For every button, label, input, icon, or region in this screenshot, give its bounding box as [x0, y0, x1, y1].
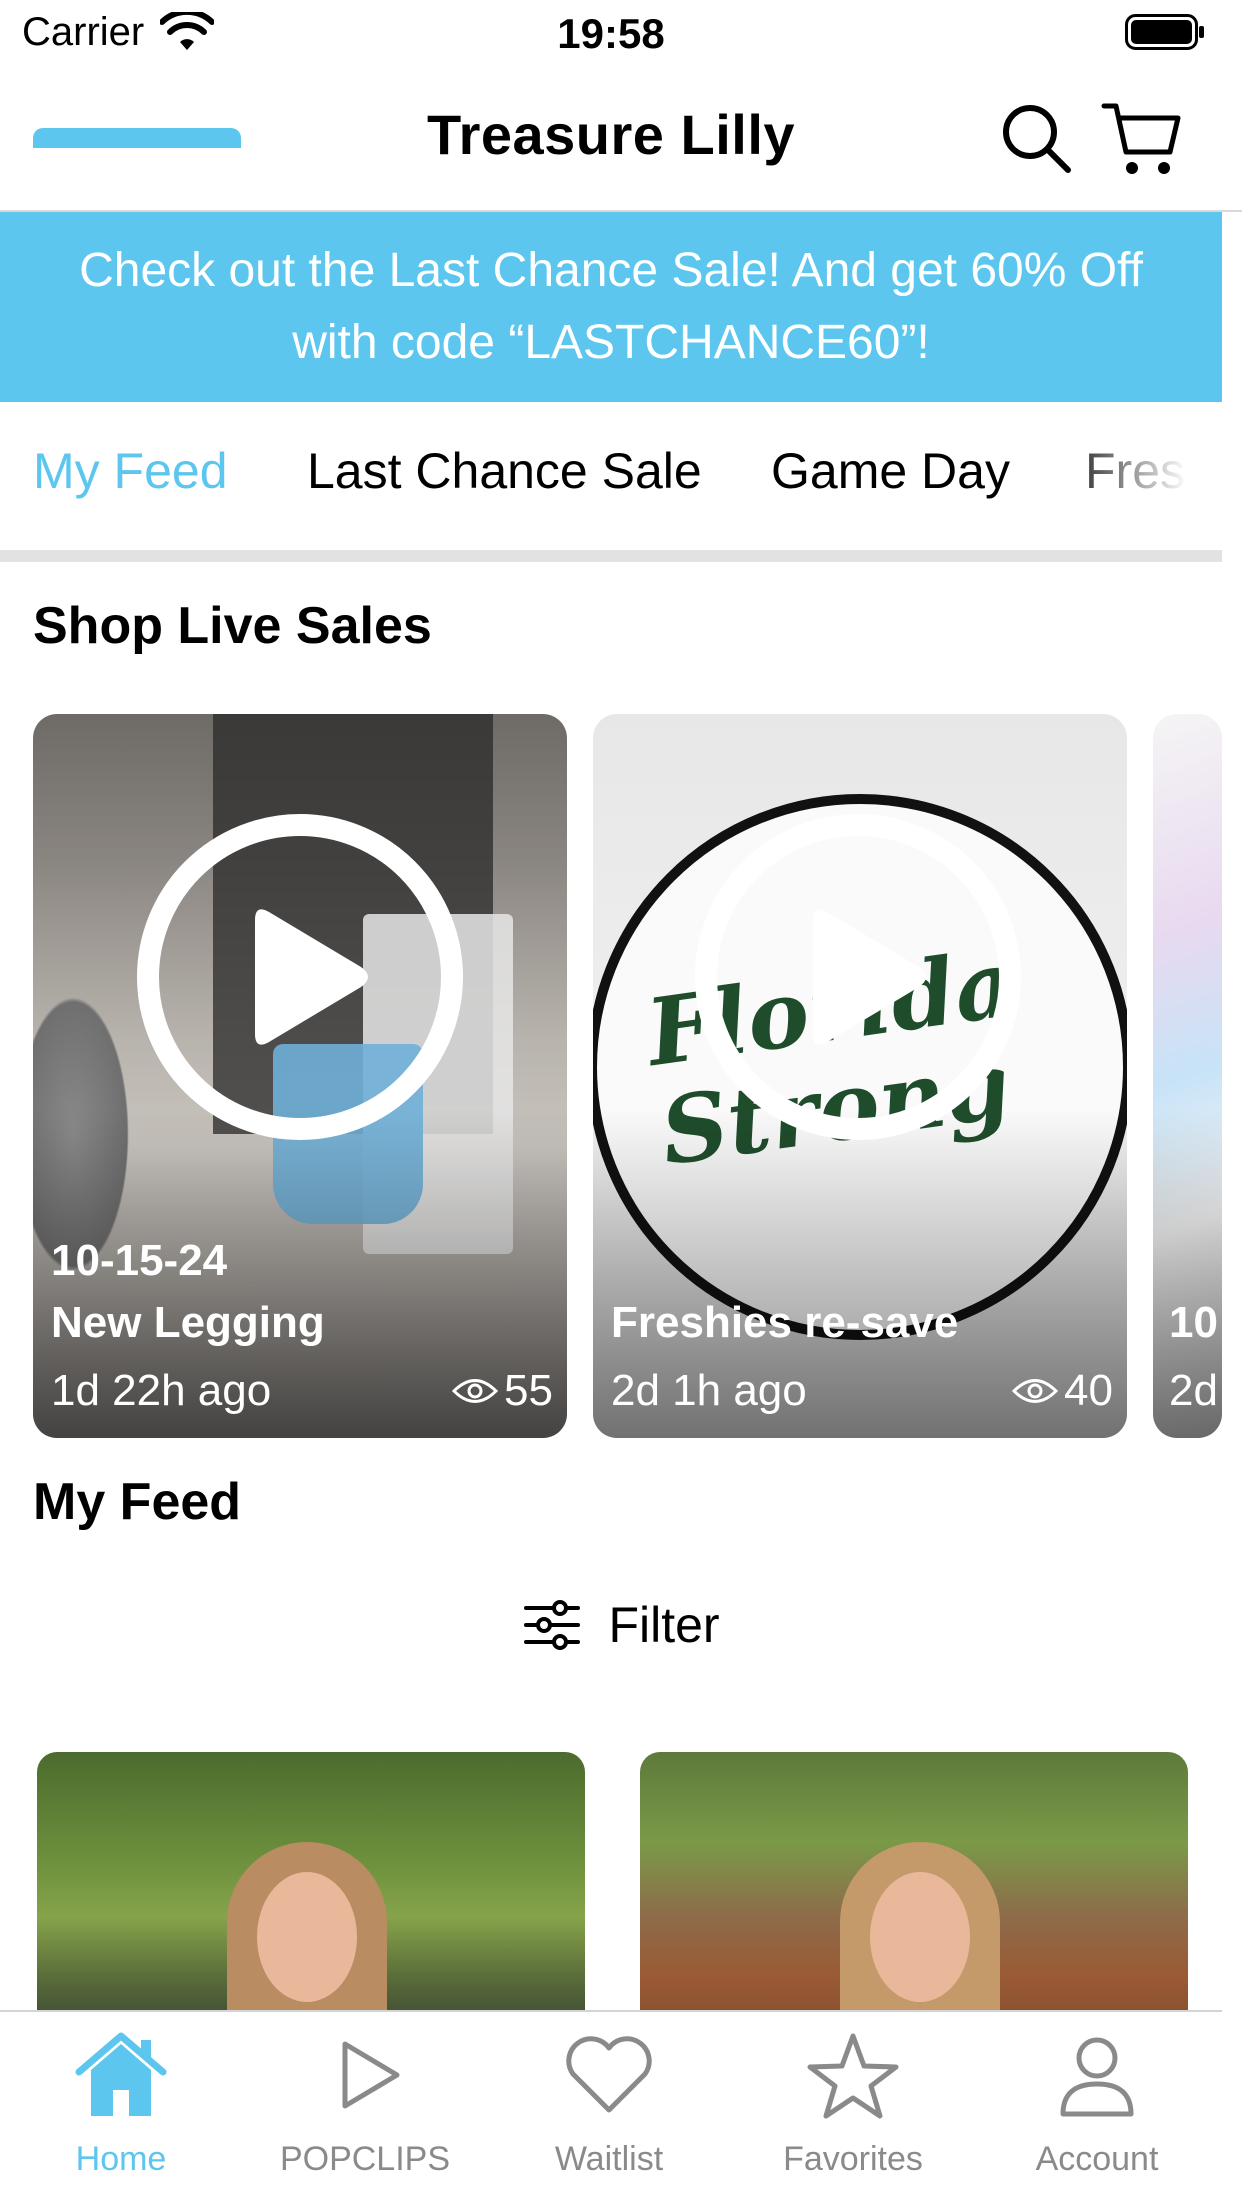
- tab-account-label: Account: [1035, 2140, 1159, 2178]
- live-sale-card[interactable]: Florida Strong Freshies re-save 2d 1h ag…: [593, 714, 1127, 1438]
- play-icon[interactable]: [693, 812, 1023, 1142]
- category-tabs: My Feed Last Chance Sale Game Day Fres: [0, 404, 1222, 552]
- heart-icon: [566, 2036, 652, 2113]
- person-icon: [1060, 2037, 1134, 2117]
- tab-fresh[interactable]: Fres: [1085, 442, 1185, 500]
- product-image-face: [257, 1872, 357, 2002]
- card-date: 10-15-24: [51, 1236, 228, 1285]
- search-icon[interactable]: [998, 100, 1074, 176]
- card-time: 2d 1h ago: [611, 1366, 807, 1415]
- tab-account[interactable]: Account: [997, 2030, 1197, 2179]
- card-time: 2d: [1169, 1366, 1218, 1415]
- cart-icon[interactable]: [1100, 96, 1184, 180]
- card-views: 40: [1012, 1366, 1113, 1416]
- promo-banner[interactable]: Check out the Last Chance Sale! And get …: [0, 212, 1222, 402]
- tab-home[interactable]: Home: [21, 2030, 221, 2179]
- promo-text: Check out the Last Chance Sale! And get …: [79, 244, 1143, 369]
- card-view-count: 40: [1064, 1366, 1113, 1415]
- eye-icon: [1012, 1379, 1059, 1403]
- card-views: 55: [452, 1366, 553, 1416]
- filter-button[interactable]: Filter: [0, 1596, 1242, 1654]
- card-time: 1d 22h ago: [51, 1366, 272, 1415]
- tab-home-label: Home: [75, 2140, 167, 2178]
- home-icon: [75, 2032, 167, 2116]
- tab-game-day[interactable]: Game Day: [771, 442, 1010, 500]
- card-title: Freshies re-save: [611, 1298, 959, 1347]
- live-sale-card[interactable]: 10 2d: [1153, 714, 1222, 1438]
- tab-popclips[interactable]: POPCLIPS: [265, 2030, 465, 2179]
- tab-popclips-label: POPCLIPS: [279, 2140, 451, 2178]
- tabs-divider: [0, 550, 1222, 562]
- product-tile[interactable]: [37, 1752, 585, 2052]
- tab-waitlist[interactable]: Waitlist: [509, 2030, 709, 2179]
- filter-label: Filter: [608, 1597, 720, 1653]
- eye-icon: [452, 1379, 499, 1403]
- tab-favorites-label: Favorites: [783, 2140, 923, 2178]
- card-view-count: 55: [504, 1366, 553, 1415]
- battery-icon: [1125, 14, 1204, 50]
- product-tile[interactable]: [640, 1752, 1188, 2052]
- status-time: 19:58: [557, 10, 665, 57]
- star-icon: [807, 2033, 899, 2119]
- live-sales-heading: Shop Live Sales: [33, 597, 432, 655]
- tab-last-chance-sale[interactable]: Last Chance Sale: [307, 442, 702, 500]
- product-image-face: [870, 1872, 970, 2002]
- tab-my-feed[interactable]: My Feed: [33, 442, 228, 500]
- card-title: 10: [1169, 1298, 1218, 1347]
- play-icon[interactable]: [135, 812, 465, 1142]
- feed-heading: My Feed: [33, 1473, 242, 1531]
- tab-favorites[interactable]: Favorites: [753, 2030, 953, 2179]
- filter-icon: [524, 1600, 581, 1650]
- status-bar: Carrier 19:58: [0, 0, 1242, 66]
- tab-active-indicator: [33, 128, 241, 148]
- card-title: New Legging: [51, 1298, 325, 1347]
- live-sale-card[interactable]: 10-15-24 New Legging 1d 22h ago 55: [33, 714, 567, 1438]
- play-icon: [342, 2041, 400, 2109]
- tab-waitlist-label: Waitlist: [554, 2140, 664, 2178]
